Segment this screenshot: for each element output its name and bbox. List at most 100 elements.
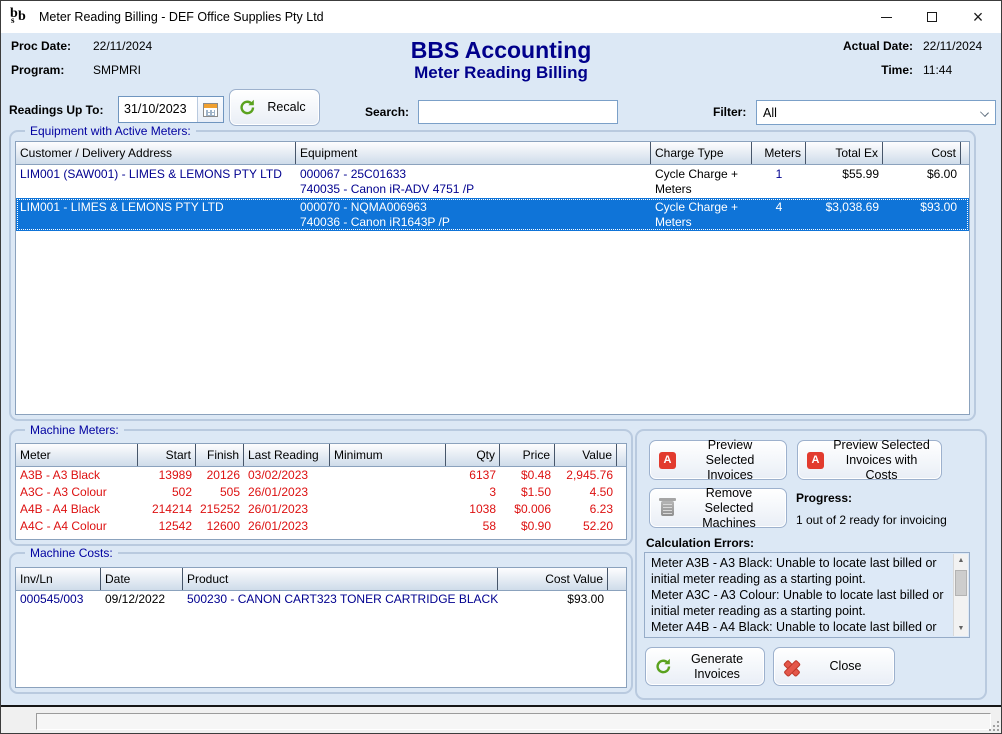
generate-invoices-button[interactable]: Generate Invoices — [645, 647, 765, 686]
machine-costs-table: Inv/LnDateProductCost Value 000545/00309… — [15, 567, 627, 688]
meters-cell: 1 — [752, 165, 806, 198]
equipment-table-header: Customer / Delivery AddressEquipmentChar… — [16, 142, 969, 165]
meter-cell: 2,945.76 — [555, 467, 617, 484]
app-window: bsb Meter Reading Billing - DEF Office S… — [0, 0, 1002, 734]
remove-machines-label: Remove Selected Machines — [681, 486, 777, 531]
readings-date-value[interactable]: 31/10/2023 — [119, 97, 197, 122]
meter-cell — [330, 467, 446, 484]
column-header[interactable]: Total Ex — [806, 142, 883, 164]
recycle-icon — [239, 99, 256, 116]
column-header[interactable]: Product — [183, 568, 498, 590]
meter-cell: 502 — [138, 484, 196, 501]
close-button-label: Close — [806, 659, 885, 674]
filter-selected-value: All — [763, 106, 777, 120]
meter-cell: 3 — [446, 484, 500, 501]
meter-cell: 1038 — [446, 501, 500, 518]
equipment-table-body: LIM001 (SAW001) - LIMES & LEMONS PTY LTD… — [16, 165, 969, 231]
column-header[interactable]: Equipment — [296, 142, 651, 164]
column-header[interactable]: Cost Value — [498, 568, 608, 590]
column-header-filler — [608, 568, 626, 590]
pdf-icon: A — [807, 452, 824, 469]
scroll-up-icon[interactable]: ▲ — [954, 554, 968, 568]
window-controls: × — [863, 1, 1001, 33]
column-header[interactable]: Last Reading — [244, 444, 330, 466]
calculation-errors-box[interactable]: Meter A3B - A3 Black: Unable to locate l… — [644, 552, 970, 638]
calculation-errors-list: Meter A3B - A3 Black: Unable to locate l… — [651, 555, 947, 638]
error-line: Meter A4B - A4 Black: Unable to locate l… — [651, 619, 947, 638]
meter-row[interactable]: A4B - A4 Black21421421525226/01/20231038… — [16, 501, 626, 518]
meters-cell: 4 — [752, 198, 806, 231]
meter-cell: A3B - A3 Black — [16, 467, 138, 484]
recalc-button[interactable]: Recalc — [229, 89, 320, 126]
meter-row[interactable]: A3C - A3 Colour50250526/01/20233$1.504.5… — [16, 484, 626, 501]
status-message-area — [36, 713, 991, 730]
meter-cell: 03/02/2023 — [244, 467, 330, 484]
column-header[interactable]: Qty — [446, 444, 500, 466]
resize-grip[interactable] — [987, 719, 999, 731]
readings-date-field[interactable]: 31/10/2023 — [118, 96, 224, 123]
search-input[interactable] — [418, 100, 618, 124]
window-title: Meter Reading Billing - DEF Office Suppl… — [39, 1, 324, 33]
charge-type-cell: Cycle Charge + Meters — [651, 165, 752, 198]
remove-machines-button[interactable]: Remove Selected Machines — [649, 488, 787, 528]
cost-cell: 000545/003 — [16, 591, 101, 608]
equipment-row[interactable]: LIM001 - LIMES & LEMONS PTY LTD000070 - … — [16, 198, 969, 231]
column-header[interactable]: Charge Type — [651, 142, 752, 164]
progress-text: 1 out of 2 ready for invoicing — [796, 513, 947, 527]
meter-row[interactable]: A4C - A4 Colour125421260026/01/202358$0.… — [16, 518, 626, 535]
preview-invoices-costs-button[interactable]: A Preview Selected Invoices with Costs — [797, 440, 942, 480]
filter-dropdown[interactable]: All — [756, 100, 996, 125]
equipment-table: Customer / Delivery AddressEquipmentChar… — [15, 141, 970, 415]
meter-cell: 214214 — [138, 501, 196, 518]
meter-row[interactable]: A3B - A3 Black139892012603/02/20236137$0… — [16, 467, 626, 484]
close-button[interactable]: Close — [773, 647, 895, 686]
column-header[interactable]: Meters — [752, 142, 806, 164]
equipment-row[interactable]: LIM001 (SAW001) - LIMES & LEMONS PTY LTD… — [16, 165, 969, 198]
cost-row[interactable]: 000545/00309/12/2022500230 - CANON CART3… — [16, 591, 626, 608]
column-header[interactable]: Minimum — [330, 444, 446, 466]
column-header[interactable]: Meter — [16, 444, 138, 466]
actions-panel: A Preview Selected Invoices A Preview Se… — [635, 429, 987, 700]
column-header-filler — [617, 444, 626, 466]
meter-cell: $0.90 — [500, 518, 555, 535]
column-header[interactable]: Customer / Delivery Address — [16, 142, 296, 164]
minimize-button[interactable] — [863, 1, 909, 33]
meter-cell: 20126 — [196, 467, 244, 484]
meter-cell: 12600 — [196, 518, 244, 535]
meter-cell: $1.50 — [500, 484, 555, 501]
error-line: Meter A3C - A3 Colour: Unable to locate … — [651, 587, 947, 619]
total-ex-cell: $3,038.69 — [806, 198, 883, 231]
cost-cell: $93.00 — [883, 198, 961, 231]
column-header[interactable]: Inv/Ln — [16, 568, 101, 590]
chevron-down-icon — [980, 108, 989, 117]
meter-cell: 26/01/2023 — [244, 518, 330, 535]
machine-meters-body: A3B - A3 Black139892012603/02/20236137$0… — [16, 467, 626, 535]
maximize-button[interactable] — [909, 1, 955, 33]
column-header[interactable]: Price — [500, 444, 555, 466]
meter-cell: A4B - A4 Black — [16, 501, 138, 518]
search-label: Search: — [365, 105, 409, 119]
errors-scrollbar[interactable]: ▲ ▼ — [953, 554, 968, 636]
scrollbar-thumb[interactable] — [955, 570, 967, 596]
column-header[interactable]: Value — [555, 444, 617, 466]
generate-invoices-label: Generate Invoices — [679, 652, 755, 682]
preview-invoices-button[interactable]: A Preview Selected Invoices — [649, 440, 787, 480]
preview-invoices-label: Preview Selected Invoices — [683, 438, 777, 483]
machine-costs-header: Inv/LnDateProductCost Value — [16, 568, 626, 591]
calendar-button[interactable] — [197, 97, 223, 122]
close-window-button[interactable]: × — [955, 1, 1001, 33]
scroll-down-icon[interactable]: ▼ — [954, 622, 968, 636]
recycle-icon — [655, 658, 672, 675]
column-header[interactable]: Finish — [196, 444, 244, 466]
trash-icon — [661, 501, 674, 516]
meter-cell — [330, 518, 446, 535]
column-header[interactable]: Cost — [883, 142, 961, 164]
meter-cell: 6.23 — [555, 501, 617, 518]
column-header[interactable]: Start — [138, 444, 196, 466]
meter-cell: 58 — [446, 518, 500, 535]
machine-meters-table: MeterStartFinishLast ReadingMinimumQtyPr… — [15, 443, 627, 540]
customer-cell: LIM001 (SAW001) - LIMES & LEMONS PTY LTD — [16, 165, 296, 198]
column-header[interactable]: Date — [101, 568, 183, 590]
meter-cell: 26/01/2023 — [244, 501, 330, 518]
preview-invoices-costs-label: Preview Selected Invoices with Costs — [831, 438, 932, 483]
